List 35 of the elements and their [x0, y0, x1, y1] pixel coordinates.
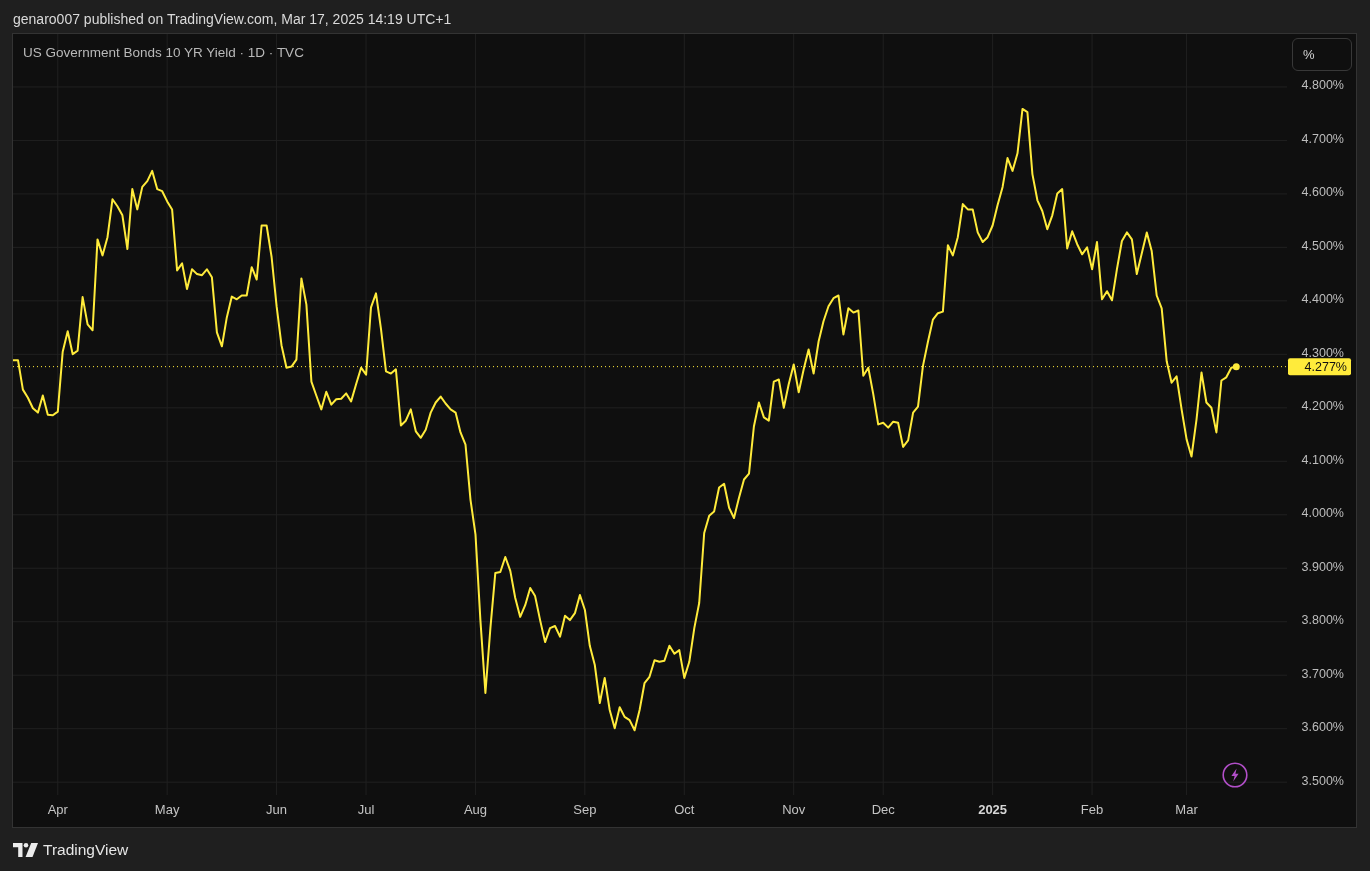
price-axis-label: 3.800%	[1301, 613, 1344, 628]
percent-scale-button[interactable]: %	[1292, 38, 1352, 71]
last-value-label: 4.277%	[1288, 358, 1351, 376]
time-axis-label: Oct	[674, 801, 695, 817]
price-axis-label: 3.900%	[1301, 559, 1344, 574]
published-note: genaro007 published on TradingView.com, Mar 17, 2025 14:19 UTC+1	[12, 10, 453, 29]
time-axis-label: May	[154, 801, 180, 817]
time-axis-label: Apr	[47, 801, 68, 817]
price-axis-label: 4.500%	[1301, 238, 1344, 253]
price-axis-label: 4.400%	[1301, 292, 1344, 307]
logo-icon[interactable]	[13, 842, 38, 857]
time-axis-label: Jul	[357, 801, 375, 817]
price-axis-label: 3.700%	[1301, 666, 1344, 681]
time-axis-label: Nov	[782, 801, 806, 817]
time-axis-label: Mar	[1175, 801, 1198, 817]
time-axis-label: Aug	[463, 801, 488, 817]
price-axis-label: 3.600%	[1301, 720, 1344, 735]
time-axis-label: 2025	[978, 801, 1008, 817]
price-axis-label: 3.500%	[1301, 773, 1344, 788]
price-axis-label: 4.800%	[1301, 78, 1344, 93]
lightning-icon[interactable]	[1222, 762, 1248, 788]
time-axis-label: Sep	[573, 801, 597, 817]
price-axis-label: 4.300%	[1301, 345, 1344, 360]
price-axis-label: 4.200%	[1301, 399, 1344, 414]
brand-name: TradingView	[43, 840, 129, 859]
chart-title: US Government Bonds 10 YR Yield · 1D · TVC	[23, 45, 304, 61]
last-point-marker	[1232, 363, 1240, 371]
price-axis-label: 4.600%	[1301, 185, 1344, 200]
ref-line-label: 4.277%	[1304, 360, 1347, 375]
time-axis-label: Dec	[871, 801, 895, 817]
price-axis-label: 4.100%	[1301, 452, 1344, 467]
price-axis-label: 4.000%	[1301, 506, 1344, 521]
price-axis-label: 4.700%	[1301, 131, 1344, 146]
time-axis-label: Feb	[1080, 801, 1104, 817]
time-axis-label: Jun	[266, 801, 288, 817]
